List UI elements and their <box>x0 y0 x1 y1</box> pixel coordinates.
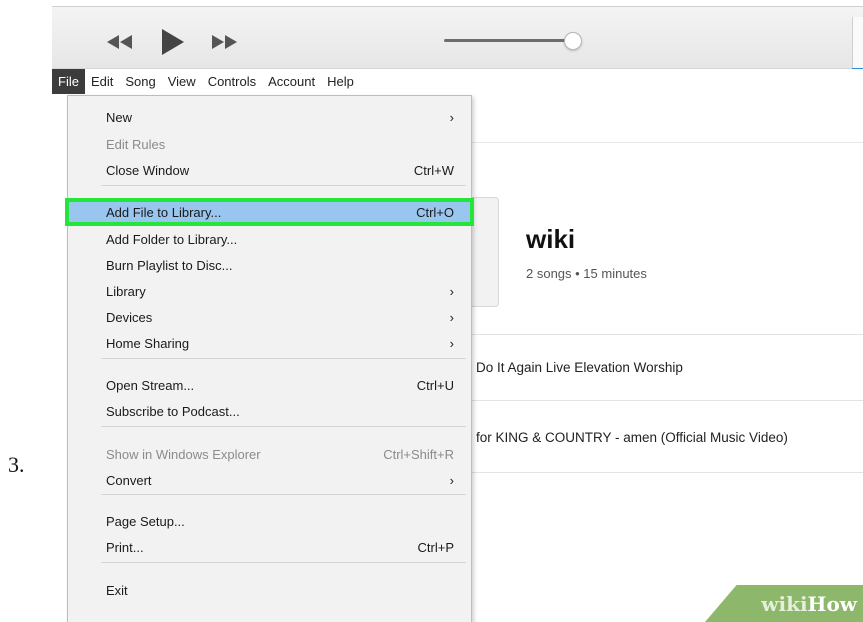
row-divider <box>466 472 863 473</box>
menu-item-label: Add Folder to Library... <box>106 231 238 247</box>
submenu-arrow-icon: › <box>449 109 454 125</box>
menu-item-add-folder-to-library[interactable]: Add Folder to Library... <box>68 228 471 250</box>
menu-item-print[interactable]: Print... Ctrl+P <box>68 536 471 558</box>
menu-item-label: Add File to Library... <box>106 204 222 220</box>
playlist-meta: 2 songs • 15 minutes <box>526 266 647 281</box>
menu-item-label: Home Sharing <box>106 335 190 351</box>
status-display-edge <box>852 17 863 69</box>
menu-item-page-setup[interactable]: Page Setup... <box>68 510 471 532</box>
menu-item-add-file-to-library[interactable]: Add File to Library... Ctrl+O <box>65 198 474 226</box>
itunes-window: File Edit Song View Controls Account Help wiki… <box>52 0 863 622</box>
menu-bar: File Edit Song View Controls Account Help <box>52 69 863 94</box>
menu-item-home-sharing[interactable]: Home Sharing › <box>68 332 471 354</box>
submenu-arrow-icon: › <box>449 335 454 351</box>
row-divider <box>466 334 863 335</box>
menu-account[interactable]: Account <box>262 69 321 94</box>
playback-toolbar <box>52 7 863 70</box>
submenu-arrow-icon: › <box>449 472 454 488</box>
menu-item-label: Open Stream... <box>106 377 195 393</box>
menu-item-edit-rules: Edit Rules <box>68 133 471 155</box>
menu-item-label: Exit <box>106 582 128 598</box>
menu-item-burn-playlist-to-disc[interactable]: Burn Playlist to Disc... <box>68 254 471 276</box>
menu-item-shortcut: Ctrl+O <box>416 204 454 220</box>
play-icon[interactable] <box>157 27 187 57</box>
volume-slider-knob[interactable] <box>564 32 582 50</box>
submenu-arrow-icon: › <box>449 309 454 325</box>
menu-item-label: Print... <box>106 539 144 555</box>
menu-item-label: Library <box>106 283 146 299</box>
menu-item-label: Burn Playlist to Disc... <box>106 257 233 273</box>
menu-item-library[interactable]: Library › <box>68 280 471 302</box>
volume-slider-track[interactable] <box>444 39 569 42</box>
menu-item-label: Convert <box>106 472 152 488</box>
menu-item-open-stream[interactable]: Open Stream... Ctrl+U <box>68 374 471 396</box>
menu-item-convert[interactable]: Convert › <box>68 469 471 491</box>
menu-item-label: Close Window <box>106 162 190 178</box>
menu-separator <box>101 562 466 563</box>
menu-file[interactable]: File <box>52 69 85 94</box>
row-divider <box>466 400 863 401</box>
menu-separator <box>101 426 466 427</box>
menu-item-label: New <box>106 109 133 125</box>
step-number: 3. <box>8 452 25 477</box>
menu-controls[interactable]: Controls <box>202 69 262 94</box>
menu-item-exit[interactable]: Exit <box>68 579 471 601</box>
menu-item-new[interactable]: New › <box>68 106 471 128</box>
menu-item-label: Show in Windows Explorer <box>106 446 261 462</box>
submenu-arrow-icon: › <box>449 283 454 299</box>
menu-item-devices[interactable]: Devices › <box>68 306 471 328</box>
menu-view[interactable]: View <box>162 69 202 94</box>
menu-item-shortcut: Ctrl+Shift+R <box>383 446 454 462</box>
menu-item-close-window[interactable]: Close Window Ctrl+W <box>68 159 471 181</box>
menu-item-label: Devices <box>106 309 153 325</box>
playlist-title: wiki <box>526 224 576 254</box>
menu-item-shortcut: Ctrl+U <box>416 377 454 393</box>
song-row[interactable]: Do It Again Live Elevation Worship <box>476 360 683 375</box>
menu-item-subscribe-to-podcast[interactable]: Subscribe to Podcast... <box>68 400 471 422</box>
menu-item-label: Edit Rules <box>106 136 166 152</box>
menu-item-label: Subscribe to Podcast... <box>106 403 240 419</box>
menu-item-show-in-windows-explorer: Show in Windows Explorer Ctrl+Shift+R <box>68 443 471 465</box>
rewind-icon[interactable] <box>105 32 135 52</box>
watermark-part2: How <box>807 591 857 616</box>
menu-separator <box>101 358 466 359</box>
menu-item-shortcut: Ctrl+P <box>417 539 454 555</box>
menu-separator <box>101 185 466 186</box>
menu-help[interactable]: Help <box>321 69 360 94</box>
watermark-part1: wiki <box>761 591 808 616</box>
menu-separator <box>101 494 466 495</box>
content-divider <box>466 142 863 143</box>
menu-song[interactable]: Song <box>119 69 161 94</box>
song-row[interactable]: for KING & COUNTRY - amen (Official Musi… <box>476 430 788 445</box>
menu-item-label: Page Setup... <box>106 513 185 529</box>
menu-item-shortcut: Ctrl+W <box>413 162 454 178</box>
menu-edit[interactable]: Edit <box>85 69 119 94</box>
fast-forward-icon[interactable] <box>209 32 239 52</box>
file-menu-dropdown: New › Edit Rules Close Window Ctrl+W Add File… <box>65 95 474 622</box>
